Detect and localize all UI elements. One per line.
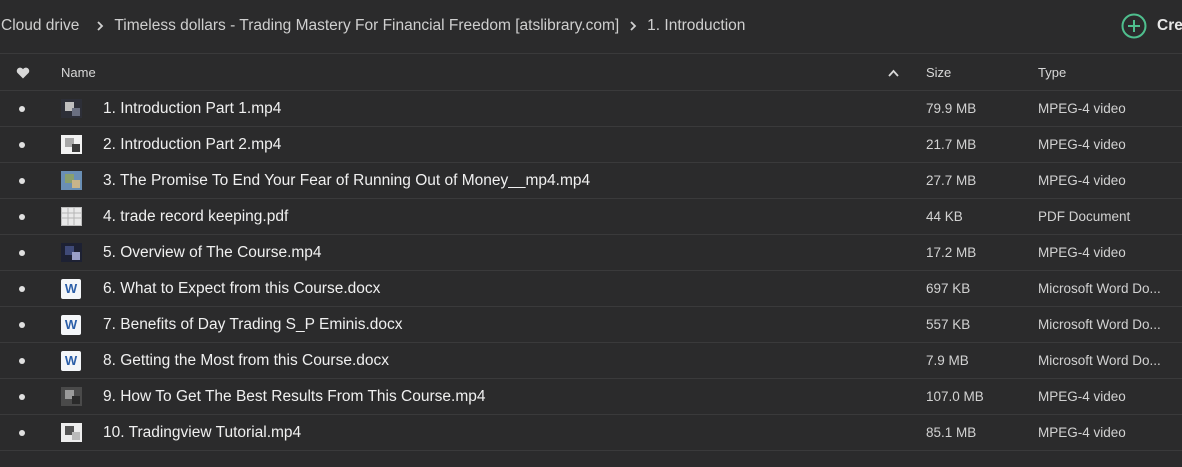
file-size: 17.2 MB: [926, 245, 977, 260]
file-size: 44 KB: [926, 209, 963, 224]
table-header: Name Size Type: [0, 53, 1182, 91]
pdf-thumbnail-icon: [61, 207, 82, 226]
chevron-right-icon: [619, 21, 647, 31]
favorite-column-header[interactable]: [16, 54, 30, 91]
row-bullet: [19, 91, 25, 126]
file-size: 27.7 MB: [926, 173, 977, 188]
file-type: MPEG-4 video: [1038, 137, 1126, 152]
file-table: Name Size Type 1. Introduction Part 1.mp…: [0, 53, 1182, 451]
plus-circle-icon: [1121, 13, 1147, 39]
file-type: MPEG-4 video: [1038, 173, 1126, 188]
row-bullet: [19, 307, 25, 342]
file-size: 557 KB: [926, 317, 971, 332]
file-name[interactable]: 7. Benefits of Day Trading S_P Eminis.do…: [103, 307, 403, 342]
file-size: 107.0 MB: [926, 389, 984, 404]
file-name[interactable]: 8. Getting the Most from this Course.doc…: [103, 343, 389, 378]
video-thumbnail-icon: [61, 135, 82, 154]
breadcrumb-bar: Cloud drive Timeless dollars - Trading M…: [0, 0, 1182, 52]
table-row[interactable]: 3. The Promise To End Your Fear of Runni…: [0, 163, 1182, 199]
table-row[interactable]: W 8. Getting the Most from this Course.do…: [0, 343, 1182, 379]
file-size: 85.1 MB: [926, 425, 977, 440]
row-bullet: [19, 163, 25, 198]
file-size: 697 KB: [926, 281, 971, 296]
file-type: PDF Document: [1038, 209, 1131, 224]
create-button[interactable]: Create: [1121, 13, 1182, 39]
table-row[interactable]: 5. Overview of The Course.mp4 17.2 MB MPEG…: [0, 235, 1182, 271]
type-column-header[interactable]: Type: [1038, 54, 1066, 91]
table-row[interactable]: W 7. Benefits of Day Trading S_P Eminis.d…: [0, 307, 1182, 343]
table-row[interactable]: 10. Tradingview Tutorial.mp4 85.1 MB MPEG-…: [0, 415, 1182, 451]
video-thumbnail-icon: [61, 243, 82, 262]
row-bullet: [19, 235, 25, 270]
file-type: MPEG-4 video: [1038, 245, 1126, 260]
size-column-header[interactable]: Size: [926, 54, 951, 91]
file-name[interactable]: 9. How To Get The Best Results From This…: [103, 379, 485, 414]
chevron-right-icon: [86, 21, 114, 31]
file-name[interactable]: 10. Tradingview Tutorial.mp4: [103, 415, 301, 450]
video-thumbnail-icon: [61, 423, 82, 442]
row-bullet: [19, 199, 25, 234]
file-type: MPEG-4 video: [1038, 389, 1126, 404]
video-thumbnail-icon: [61, 387, 82, 406]
word-doc-icon: W: [61, 350, 81, 371]
video-thumbnail-icon: [61, 99, 82, 118]
file-name[interactable]: 1. Introduction Part 1.mp4: [103, 91, 281, 126]
file-type: Microsoft Word Do...: [1038, 317, 1161, 332]
sort-ascending-button[interactable]: [888, 54, 899, 91]
row-bullet: [19, 379, 25, 414]
table-row[interactable]: 9. How To Get The Best Results From This…: [0, 379, 1182, 415]
table-row[interactable]: W 6. What to Expect from this Course.docx…: [0, 271, 1182, 307]
row-bullet: [19, 415, 25, 450]
file-type: Microsoft Word Do...: [1038, 281, 1161, 296]
word-doc-icon: W: [61, 314, 81, 335]
row-bullet: [19, 343, 25, 378]
breadcrumb-cloud-drive[interactable]: Cloud drive: [1, 17, 79, 35]
file-type: Microsoft Word Do...: [1038, 353, 1161, 368]
heart-icon: [16, 67, 30, 78]
file-name[interactable]: 5. Overview of The Course.mp4: [103, 235, 322, 270]
file-type: MPEG-4 video: [1038, 425, 1126, 440]
file-name[interactable]: 3. The Promise To End Your Fear of Runni…: [103, 163, 590, 198]
file-name[interactable]: 4. trade record keeping.pdf: [103, 199, 288, 234]
video-thumbnail-icon: [61, 171, 82, 190]
table-row[interactable]: 2. Introduction Part 2.mp4 21.7 MB MPEG-4 …: [0, 127, 1182, 163]
table-body: 1. Introduction Part 1.mp4 79.9 MB MPEG-4 …: [0, 91, 1182, 451]
table-row[interactable]: 4. trade record keeping.pdf 44 KB PDF Docu…: [0, 199, 1182, 235]
file-name[interactable]: 6. What to Expect from this Course.docx: [103, 271, 380, 306]
file-size: 21.7 MB: [926, 137, 977, 152]
create-button-label: Create: [1157, 17, 1182, 34]
table-row[interactable]: 1. Introduction Part 1.mp4 79.9 MB MPEG-4 …: [0, 91, 1182, 127]
breadcrumb-course-folder[interactable]: Timeless dollars - Trading Mastery For F…: [114, 17, 619, 35]
row-bullet: [19, 127, 25, 162]
row-bullet: [19, 271, 25, 306]
file-size: 79.9 MB: [926, 101, 977, 116]
file-type: MPEG-4 video: [1038, 101, 1126, 116]
file-size: 7.9 MB: [926, 353, 969, 368]
breadcrumb-current-folder[interactable]: 1. Introduction: [647, 17, 745, 35]
file-name[interactable]: 2. Introduction Part 2.mp4: [103, 127, 281, 162]
chevron-up-icon: [888, 69, 899, 77]
name-column-header[interactable]: Name: [61, 54, 96, 91]
word-doc-icon: W: [61, 278, 81, 299]
